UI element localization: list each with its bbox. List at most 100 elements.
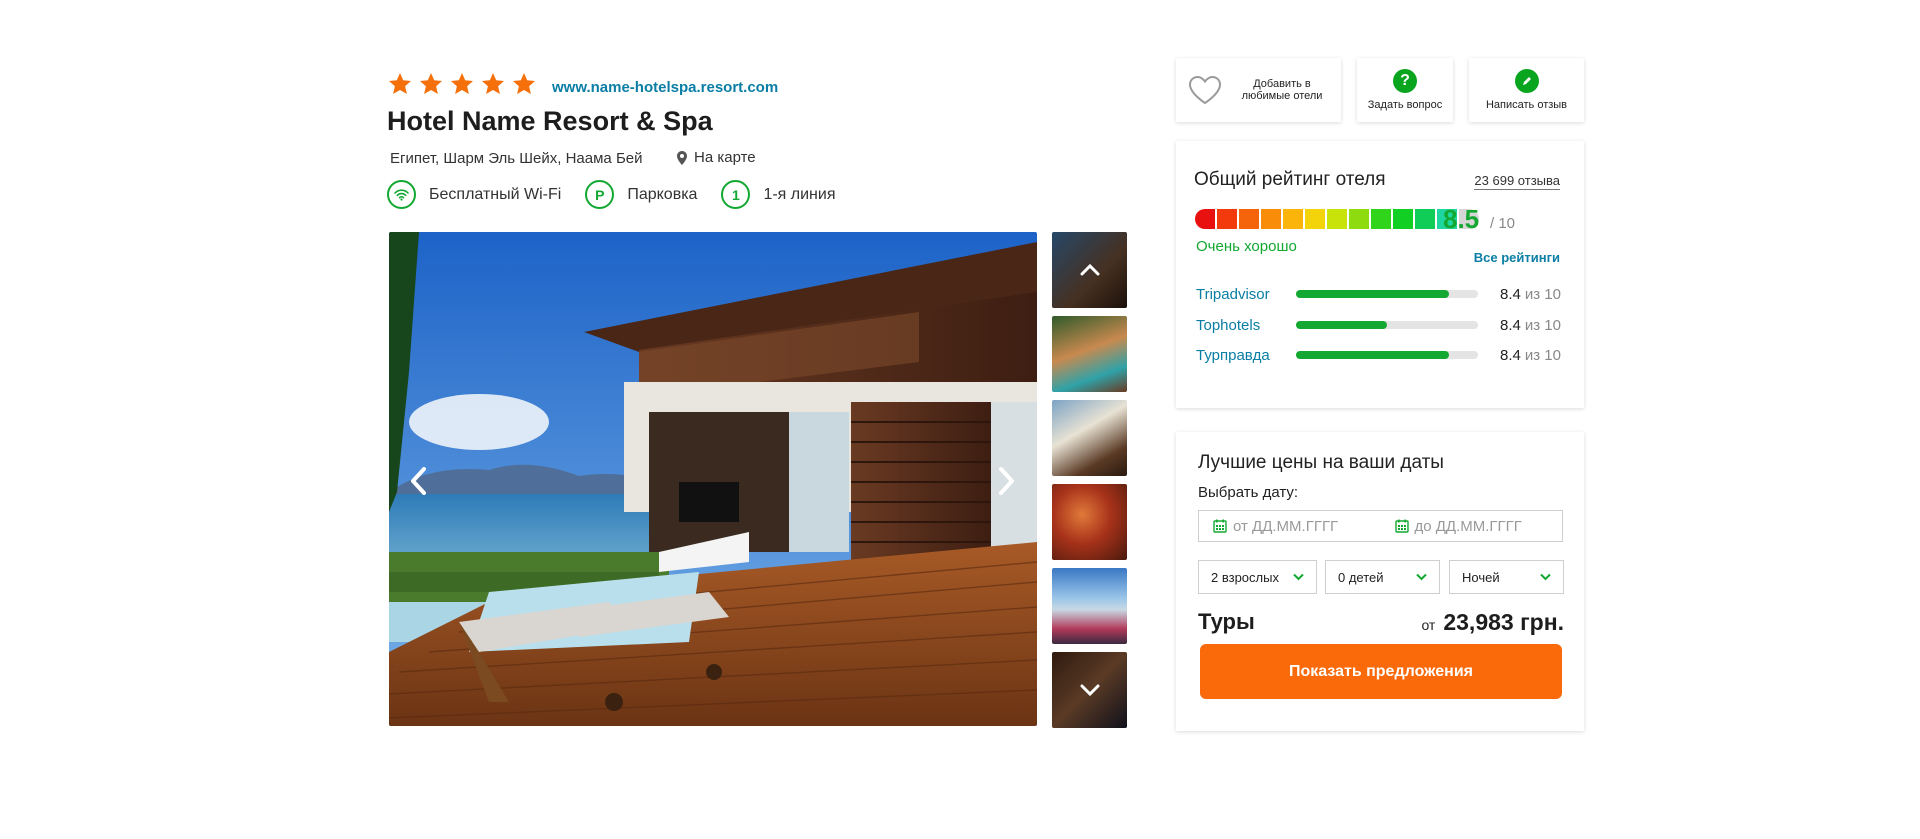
star-icon: [389, 73, 411, 94]
price-value: 23,983 грн.: [1443, 609, 1564, 635]
rating-scale-segment: [1349, 209, 1369, 229]
amenity-parking: P Парковка: [585, 180, 697, 209]
star-rating: [388, 72, 536, 96]
add-to-favorites-button[interactable]: Добавить в любимые отели: [1176, 58, 1341, 122]
price-display: от 23,983 грн.: [1421, 609, 1564, 636]
thumbnail-scroll-up[interactable]: [1052, 232, 1127, 308]
nights-value: Ночей: [1462, 569, 1500, 585]
rating-scale-segment: [1217, 209, 1237, 229]
rating-scale-segment: [1239, 209, 1259, 229]
thumbnail-scroll-down[interactable]: [1052, 652, 1127, 728]
rating-source-name[interactable]: Tripadvisor: [1196, 286, 1296, 303]
hotel-location: Египет, Шарм Эль Шейх, Наама Бей: [390, 150, 643, 167]
heart-icon: [1188, 75, 1222, 105]
children-select[interactable]: 0 детей: [1325, 560, 1440, 594]
calendar-icon: [1394, 519, 1409, 533]
rating-source-value: 8.4: [1500, 285, 1521, 303]
rating-scale-segment: [1393, 209, 1413, 229]
children-value: 0 детей: [1338, 569, 1384, 585]
rating-scale-segment: [1283, 209, 1303, 229]
map-link-label[interactable]: На карте: [694, 149, 756, 166]
amenity-label: Бесплатный Wi-Fi: [429, 185, 562, 203]
beach-line-icon: 1: [721, 180, 751, 209]
add-to-favorites-label: Добавить в любимые отели: [1241, 78, 1323, 102]
ask-question-label: Задать вопрос: [1367, 99, 1443, 111]
thumbnail-photo[interactable]: [1052, 568, 1127, 644]
rating-scale-segment: [1415, 209, 1435, 229]
photo-gallery-main[interactable]: [389, 232, 1037, 726]
rating-source-name[interactable]: Турправда: [1196, 347, 1296, 364]
rating-color-scale: [1195, 209, 1481, 229]
rating-source-value: 8.4: [1500, 316, 1521, 334]
rating-card: Общий рейтинг отеля 23 699 отзыва 8.5 / …: [1176, 141, 1584, 408]
calendar-icon: [1213, 519, 1227, 533]
thumbnail-photo[interactable]: [1052, 484, 1127, 560]
nights-select[interactable]: Ночей: [1449, 560, 1564, 594]
rating-scale-segment: [1371, 209, 1391, 229]
wifi-icon: [387, 180, 416, 209]
rating-out-of: / 10: [1490, 215, 1516, 232]
chevron-down-icon: [1080, 684, 1099, 696]
gallery-next-arrow[interactable]: [992, 461, 1022, 501]
reviews-count-link[interactable]: 23 699 отзыва: [1474, 173, 1560, 190]
rating-source-bar-fill: [1296, 290, 1449, 298]
chevron-up-icon: [1080, 264, 1099, 276]
adults-value: 2 взрослых: [1211, 569, 1279, 585]
map-link[interactable]: На карте: [677, 149, 756, 166]
rating-source-value: 8.4: [1500, 346, 1521, 364]
adults-select[interactable]: 2 взрослых: [1198, 560, 1317, 594]
price-from-label: от: [1421, 617, 1436, 633]
booking-title: Лучшие цены на ваши даты: [1198, 452, 1444, 473]
rating-scale-segment: [1327, 209, 1347, 229]
amenity-wifi: Бесплатный Wi-Fi: [387, 180, 561, 209]
rating-source-bar: [1296, 321, 1478, 329]
rating-scale-segment: [1195, 209, 1215, 229]
ask-question-button[interactable]: ? Задать вопрос: [1357, 58, 1453, 122]
amenities-list: Бесплатный Wi-Fi P Парковка 1 1-я линия: [387, 180, 859, 209]
map-pin-icon: [677, 150, 687, 165]
amenity-beach-line: 1 1-я линия: [721, 180, 835, 209]
rating-source-of: из 10: [1524, 346, 1561, 364]
gallery-prev-arrow[interactable]: [403, 461, 433, 501]
amenity-label: 1-я линия: [763, 185, 836, 203]
rating-source-of: из 10: [1524, 316, 1561, 334]
rating-score: 8.5: [1443, 204, 1480, 234]
date-from-field[interactable]: от ДД.ММ.ГГГГ: [1199, 518, 1381, 535]
rating-title: Общий рейтинг отеля: [1194, 169, 1386, 190]
thumbnail-photo[interactable]: [1052, 400, 1127, 476]
parking-icon: P: [585, 180, 615, 209]
amenity-label: Парковка: [627, 185, 698, 203]
rating-source-row: Tripadvisor 8.4 из 10: [1196, 284, 1564, 304]
rating-source-bar: [1296, 290, 1478, 298]
chevron-down-icon: [1293, 573, 1304, 581]
write-review-label: Написать отзыв: [1485, 99, 1568, 111]
thumbnail-photo[interactable]: [1052, 316, 1127, 392]
rating-scale-segment: [1305, 209, 1325, 229]
rating-verdict: Очень хорошо: [1196, 238, 1297, 255]
show-offers-button[interactable]: Показать предложения: [1200, 644, 1562, 699]
pencil-icon: [1514, 69, 1539, 93]
all-ratings-link[interactable]: Все рейтинги: [1474, 250, 1560, 265]
rating-source-bar: [1296, 351, 1478, 359]
write-review-button[interactable]: Написать отзыв: [1469, 58, 1584, 122]
date-to-field[interactable]: до ДД.ММ.ГГГГ: [1381, 518, 1563, 535]
star-icon: [513, 73, 535, 94]
booking-card: Лучшие цены на ваши даты Выбрать дату: о…: [1176, 432, 1584, 731]
rating-source-row: Турправда 8.4 из 10: [1196, 345, 1564, 365]
date-range-input: от ДД.ММ.ГГГГ до ДД.ММ.ГГГГ: [1198, 510, 1563, 542]
rating-source-row: Tophotels 8.4 из 10: [1196, 315, 1564, 335]
chevron-down-icon: [1540, 573, 1551, 581]
rating-source-of: из 10: [1524, 285, 1561, 303]
date-label: Выбрать дату:: [1198, 484, 1299, 501]
hotel-title: Hotel Name Resort & Spa: [387, 106, 713, 136]
star-icon: [420, 73, 442, 94]
rating-source-bar-fill: [1296, 351, 1449, 359]
hotel-photo: [389, 232, 1037, 726]
star-icon: [451, 73, 473, 94]
question-icon: ?: [1393, 69, 1417, 93]
rating-scale-segment: [1261, 209, 1281, 229]
hotel-website-link[interactable]: www.name-hotelspa.resort.com: [552, 79, 778, 96]
star-icon: [482, 73, 504, 94]
rating-source-name[interactable]: Tophotels: [1196, 317, 1296, 334]
gallery-thumbnails: [1052, 232, 1127, 736]
